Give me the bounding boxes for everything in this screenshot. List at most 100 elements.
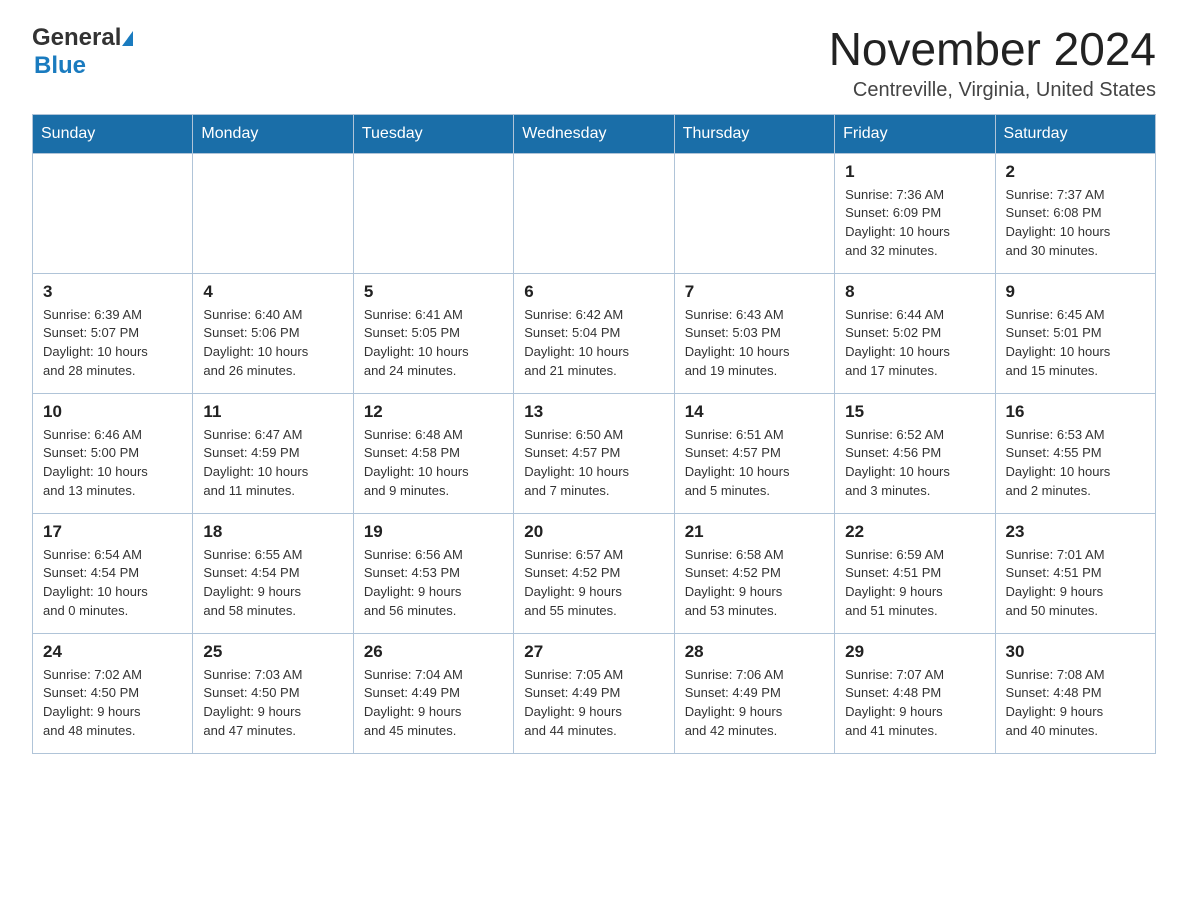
calendar-day-cell <box>514 153 674 273</box>
calendar-day-cell: 21 Sunrise: 6:58 AM Sunset: 4:52 PM Dayli… <box>674 513 834 633</box>
calendar-day-cell: 8Sunrise: 6:44 AM Sunset: 5:02 PM Daylig… <box>835 273 995 393</box>
day-number: 15 <box>845 402 984 422</box>
calendar-day-cell: 6 Sunrise: 6:42 AM Sunset: 5:04 PM Daylig… <box>514 273 674 393</box>
day-number: 22 <box>845 522 984 542</box>
calendar-day-cell: 2 Sunrise: 7:37 AM Sunset: 6:08 PM Daylig… <box>995 153 1155 273</box>
day-info: Sunrise: 6:59 AM Sunset: 4:51 PM Dayligh… <box>845 546 984 621</box>
calendar-day-cell: 4 Sunrise: 6:40 AM Sunset: 5:06 PM Daylig… <box>193 273 353 393</box>
title-section: November 2024 Centreville, Virginia, Uni… <box>829 24 1156 102</box>
day-number: 2 <box>1006 162 1145 182</box>
col-header-wednesday: Wednesday <box>514 114 674 153</box>
day-number: 1 <box>845 162 984 182</box>
day-info: Sunrise: 7:08 AM Sunset: 4:48 PM Dayligh… <box>1006 666 1145 741</box>
day-info: Sunrise: 6:51 AM Sunset: 4:57 PM Dayligh… <box>685 426 824 501</box>
calendar-day-cell: 29 Sunrise: 7:07 AM Sunset: 4:48 PM Dayli… <box>835 633 995 753</box>
calendar-day-cell: 15 Sunrise: 6:52 AM Sunset: 4:56 PM Dayli… <box>835 393 995 513</box>
col-header-friday: Friday <box>835 114 995 153</box>
day-number: 29 <box>845 642 984 662</box>
day-info: Sunrise: 7:06 AM Sunset: 4:49 PM Dayligh… <box>685 666 824 741</box>
day-info: Sunrise: 7:05 AM Sunset: 4:49 PM Dayligh… <box>524 666 663 741</box>
day-info: Sunrise: 6:58 AM Sunset: 4:52 PM Dayligh… <box>685 546 824 621</box>
calendar-day-cell: 7 Sunrise: 6:43 AM Sunset: 5:03 PM Daylig… <box>674 273 834 393</box>
logo-blue-text: Blue <box>34 52 86 79</box>
calendar-day-cell: 25 Sunrise: 7:03 AM Sunset: 4:50 PM Dayli… <box>193 633 353 753</box>
day-info: Sunrise: 6:50 AM Sunset: 4:57 PM Dayligh… <box>524 426 663 501</box>
day-info: Sunrise: 7:37 AM Sunset: 6:08 PM Dayligh… <box>1006 186 1145 261</box>
day-info: Sunrise: 6:39 AM Sunset: 5:07 PM Dayligh… <box>43 306 182 381</box>
calendar-day-cell: 24 Sunrise: 7:02 AM Sunset: 4:50 PM Dayli… <box>33 633 193 753</box>
calendar-day-cell: 14Sunrise: 6:51 AM Sunset: 4:57 PM Dayli… <box>674 393 834 513</box>
day-number: 16 <box>1006 402 1145 422</box>
calendar-week-row: 3 Sunrise: 6:39 AM Sunset: 5:07 PM Daylig… <box>33 273 1156 393</box>
day-number: 4 <box>203 282 342 302</box>
day-info: Sunrise: 6:41 AM Sunset: 5:05 PM Dayligh… <box>364 306 503 381</box>
calendar-day-cell: 30 Sunrise: 7:08 AM Sunset: 4:48 PM Dayli… <box>995 633 1155 753</box>
day-number: 7 <box>685 282 824 302</box>
calendar-day-cell: 3 Sunrise: 6:39 AM Sunset: 5:07 PM Daylig… <box>33 273 193 393</box>
calendar-day-cell <box>353 153 513 273</box>
col-header-saturday: Saturday <box>995 114 1155 153</box>
day-number: 12 <box>364 402 503 422</box>
calendar-day-cell: 18Sunrise: 6:55 AM Sunset: 4:54 PM Dayli… <box>193 513 353 633</box>
calendar-week-row: 17Sunrise: 6:54 AM Sunset: 4:54 PM Dayli… <box>33 513 1156 633</box>
calendar-day-cell <box>33 153 193 273</box>
day-number: 13 <box>524 402 663 422</box>
day-number: 24 <box>43 642 182 662</box>
calendar-day-cell: 16Sunrise: 6:53 AM Sunset: 4:55 PM Dayli… <box>995 393 1155 513</box>
day-info: Sunrise: 7:03 AM Sunset: 4:50 PM Dayligh… <box>203 666 342 741</box>
day-number: 6 <box>524 282 663 302</box>
calendar-day-cell: 22 Sunrise: 6:59 AM Sunset: 4:51 PM Dayli… <box>835 513 995 633</box>
day-number: 20 <box>524 522 663 542</box>
day-number: 18 <box>203 522 342 542</box>
location-title: Centreville, Virginia, United States <box>829 79 1156 102</box>
day-info: Sunrise: 6:54 AM Sunset: 4:54 PM Dayligh… <box>43 546 182 621</box>
calendar-day-cell: 17Sunrise: 6:54 AM Sunset: 4:54 PM Dayli… <box>33 513 193 633</box>
col-header-sunday: Sunday <box>33 114 193 153</box>
day-number: 26 <box>364 642 503 662</box>
col-header-tuesday: Tuesday <box>353 114 513 153</box>
day-info: Sunrise: 6:47 AM Sunset: 4:59 PM Dayligh… <box>203 426 342 501</box>
day-number: 11 <box>203 402 342 422</box>
day-number: 21 <box>685 522 824 542</box>
day-number: 23 <box>1006 522 1145 542</box>
calendar-week-row: 1Sunrise: 7:36 AM Sunset: 6:09 PM Daylig… <box>33 153 1156 273</box>
calendar-day-cell: 26 Sunrise: 7:04 AM Sunset: 4:49 PM Dayli… <box>353 633 513 753</box>
col-header-monday: Monday <box>193 114 353 153</box>
day-number: 9 <box>1006 282 1145 302</box>
month-title: November 2024 <box>829 24 1156 75</box>
day-info: Sunrise: 6:52 AM Sunset: 4:56 PM Dayligh… <box>845 426 984 501</box>
day-info: Sunrise: 7:01 AM Sunset: 4:51 PM Dayligh… <box>1006 546 1145 621</box>
day-info: Sunrise: 6:46 AM Sunset: 5:00 PM Dayligh… <box>43 426 182 501</box>
col-header-thursday: Thursday <box>674 114 834 153</box>
calendar-day-cell: 5 Sunrise: 6:41 AM Sunset: 5:05 PM Daylig… <box>353 273 513 393</box>
calendar-day-cell: 19Sunrise: 6:56 AM Sunset: 4:53 PM Dayli… <box>353 513 513 633</box>
day-info: Sunrise: 6:40 AM Sunset: 5:06 PM Dayligh… <box>203 306 342 381</box>
day-info: Sunrise: 6:57 AM Sunset: 4:52 PM Dayligh… <box>524 546 663 621</box>
day-number: 30 <box>1006 642 1145 662</box>
calendar-day-cell: 28Sunrise: 7:06 AM Sunset: 4:49 PM Dayli… <box>674 633 834 753</box>
calendar-day-cell: 9Sunrise: 6:45 AM Sunset: 5:01 PM Daylig… <box>995 273 1155 393</box>
day-number: 3 <box>43 282 182 302</box>
calendar-day-cell: 1Sunrise: 7:36 AM Sunset: 6:09 PM Daylig… <box>835 153 995 273</box>
calendar-day-cell: 20 Sunrise: 6:57 AM Sunset: 4:52 PM Dayli… <box>514 513 674 633</box>
calendar-day-cell: 13 Sunrise: 6:50 AM Sunset: 4:57 PM Dayli… <box>514 393 674 513</box>
logo-triangle-icon <box>122 31 133 46</box>
day-info: Sunrise: 7:04 AM Sunset: 4:49 PM Dayligh… <box>364 666 503 741</box>
day-info: Sunrise: 6:44 AM Sunset: 5:02 PM Dayligh… <box>845 306 984 381</box>
day-info: Sunrise: 7:02 AM Sunset: 4:50 PM Dayligh… <box>43 666 182 741</box>
day-info: Sunrise: 6:43 AM Sunset: 5:03 PM Dayligh… <box>685 306 824 381</box>
day-number: 5 <box>364 282 503 302</box>
calendar-header-row: SundayMondayTuesdayWednesdayThursdayFrid… <box>33 114 1156 153</box>
day-info: Sunrise: 6:48 AM Sunset: 4:58 PM Dayligh… <box>364 426 503 501</box>
logo-general-text: General <box>32 24 121 52</box>
day-info: Sunrise: 7:07 AM Sunset: 4:48 PM Dayligh… <box>845 666 984 741</box>
calendar-day-cell: 23 Sunrise: 7:01 AM Sunset: 4:51 PM Dayli… <box>995 513 1155 633</box>
calendar-day-cell: 10Sunrise: 6:46 AM Sunset: 5:00 PM Dayli… <box>33 393 193 513</box>
logo: General Blue <box>32 24 133 80</box>
day-number: 25 <box>203 642 342 662</box>
day-info: Sunrise: 6:42 AM Sunset: 5:04 PM Dayligh… <box>524 306 663 381</box>
day-info: Sunrise: 6:56 AM Sunset: 4:53 PM Dayligh… <box>364 546 503 621</box>
day-number: 27 <box>524 642 663 662</box>
calendar-day-cell <box>674 153 834 273</box>
page-header: General Blue November 2024 Centreville, … <box>32 24 1156 102</box>
